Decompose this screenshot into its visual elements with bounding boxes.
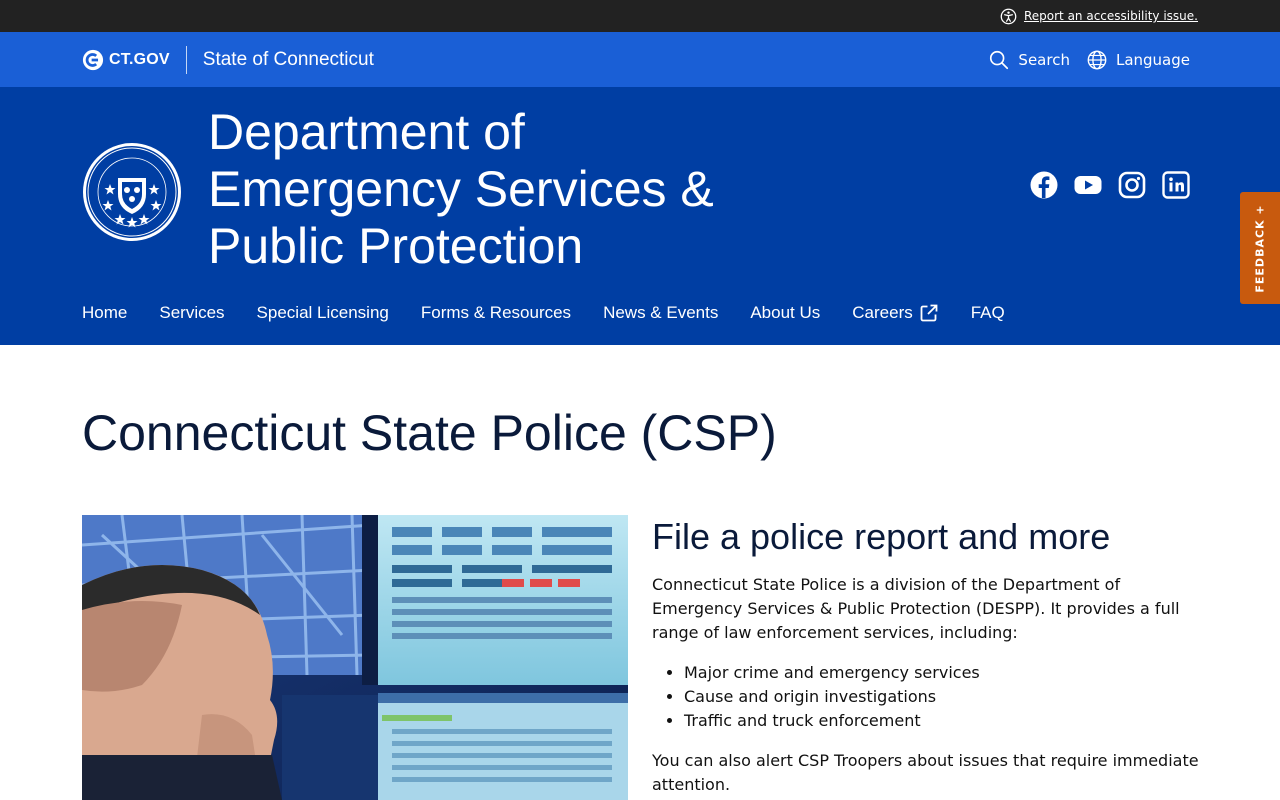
nav-item-about-us[interactable]: About Us bbox=[750, 303, 820, 323]
content-section: File a police report and more Connecticu… bbox=[652, 515, 1200, 797]
nav-item-home[interactable]: Home bbox=[82, 303, 127, 323]
main-nav: Home Services Special Licensing Forms & … bbox=[82, 303, 1037, 323]
search-label: Search bbox=[1018, 50, 1070, 69]
globe-icon bbox=[1087, 50, 1107, 69]
agency-title-line-1: Department of bbox=[208, 104, 525, 160]
ctgov-mark-icon bbox=[82, 49, 104, 70]
gov-bar-divider bbox=[185, 45, 187, 74]
state-name[interactable]: State of Connecticut bbox=[203, 49, 374, 71]
nav-item-services[interactable]: Services bbox=[159, 303, 224, 323]
search-icon bbox=[990, 50, 1009, 69]
nav-label: News & Events bbox=[603, 303, 719, 322]
nav-item-faq[interactable]: FAQ bbox=[971, 303, 1005, 323]
ctgov-logo-text: CT.GOV bbox=[109, 50, 170, 68]
accessibility-icon bbox=[1000, 8, 1017, 25]
nav-item-careers[interactable]: Careers bbox=[852, 303, 938, 323]
agency-seal-icon[interactable] bbox=[82, 142, 182, 242]
social-links bbox=[1030, 171, 1190, 199]
ctgov-logo[interactable]: CT.GOV bbox=[82, 49, 170, 71]
list-item: Major crime and emergency services bbox=[684, 661, 1200, 685]
list-item: Traffic and truck enforcement bbox=[684, 709, 1200, 733]
feedback-label: FEEDBACK + bbox=[1253, 203, 1267, 293]
feedback-tab[interactable]: FEEDBACK + bbox=[1240, 192, 1280, 304]
gov-tools: Search Language bbox=[988, 49, 1190, 71]
nav-label: Forms & Resources bbox=[420, 303, 572, 322]
utility-bar: Report an accessibility issue. bbox=[0, 0, 1280, 32]
intro-paragraph: Connecticut State Police is a division o… bbox=[652, 575, 1180, 642]
instagram-icon[interactable] bbox=[1118, 171, 1146, 199]
nav-item-forms-resources[interactable]: Forms & Resources bbox=[421, 303, 571, 323]
nav-label: Special Licensing bbox=[256, 303, 389, 322]
language-button[interactable]: Language bbox=[1086, 49, 1190, 71]
agency-title[interactable]: Department of Emergency Services & Publi… bbox=[208, 104, 828, 275]
section-heading: File a police report and more bbox=[652, 516, 1111, 557]
nav-label: Services bbox=[159, 303, 225, 322]
language-label: Language bbox=[1115, 50, 1190, 69]
nav-item-special-licensing[interactable]: Special Licensing bbox=[257, 303, 389, 323]
youtube-icon[interactable] bbox=[1074, 171, 1102, 199]
nav-label: Home bbox=[82, 303, 128, 322]
nav-label: About Us bbox=[750, 303, 821, 322]
alert-paragraph: You can also alert CSP Troopers about is… bbox=[652, 751, 1199, 794]
external-link-icon bbox=[920, 304, 938, 322]
dispatcher-photo bbox=[82, 515, 628, 800]
linkedin-icon[interactable] bbox=[1162, 171, 1190, 199]
accessibility-report-link[interactable]: Report an accessibility issue. bbox=[1024, 9, 1198, 23]
list-item: Cause and origin investigations bbox=[684, 685, 1200, 709]
services-list: Major crime and emergency services Cause… bbox=[684, 661, 1200, 733]
gov-bar: CT.GOV State of Connecticut Search Langu… bbox=[0, 32, 1280, 87]
agency-title-line-2: Emergency Services & bbox=[208, 161, 714, 217]
facebook-icon[interactable] bbox=[1030, 171, 1058, 199]
agency-header: Department of Emergency Services & Publi… bbox=[0, 87, 1280, 345]
page-title: Connecticut State Police (CSP) bbox=[82, 405, 777, 461]
nav-label: Careers bbox=[852, 303, 913, 322]
search-button[interactable]: Search bbox=[988, 49, 1070, 71]
nav-label: FAQ bbox=[970, 303, 1005, 322]
nav-item-news-events[interactable]: News & Events bbox=[603, 303, 718, 323]
agency-title-line-3: Public Protection bbox=[208, 218, 584, 274]
